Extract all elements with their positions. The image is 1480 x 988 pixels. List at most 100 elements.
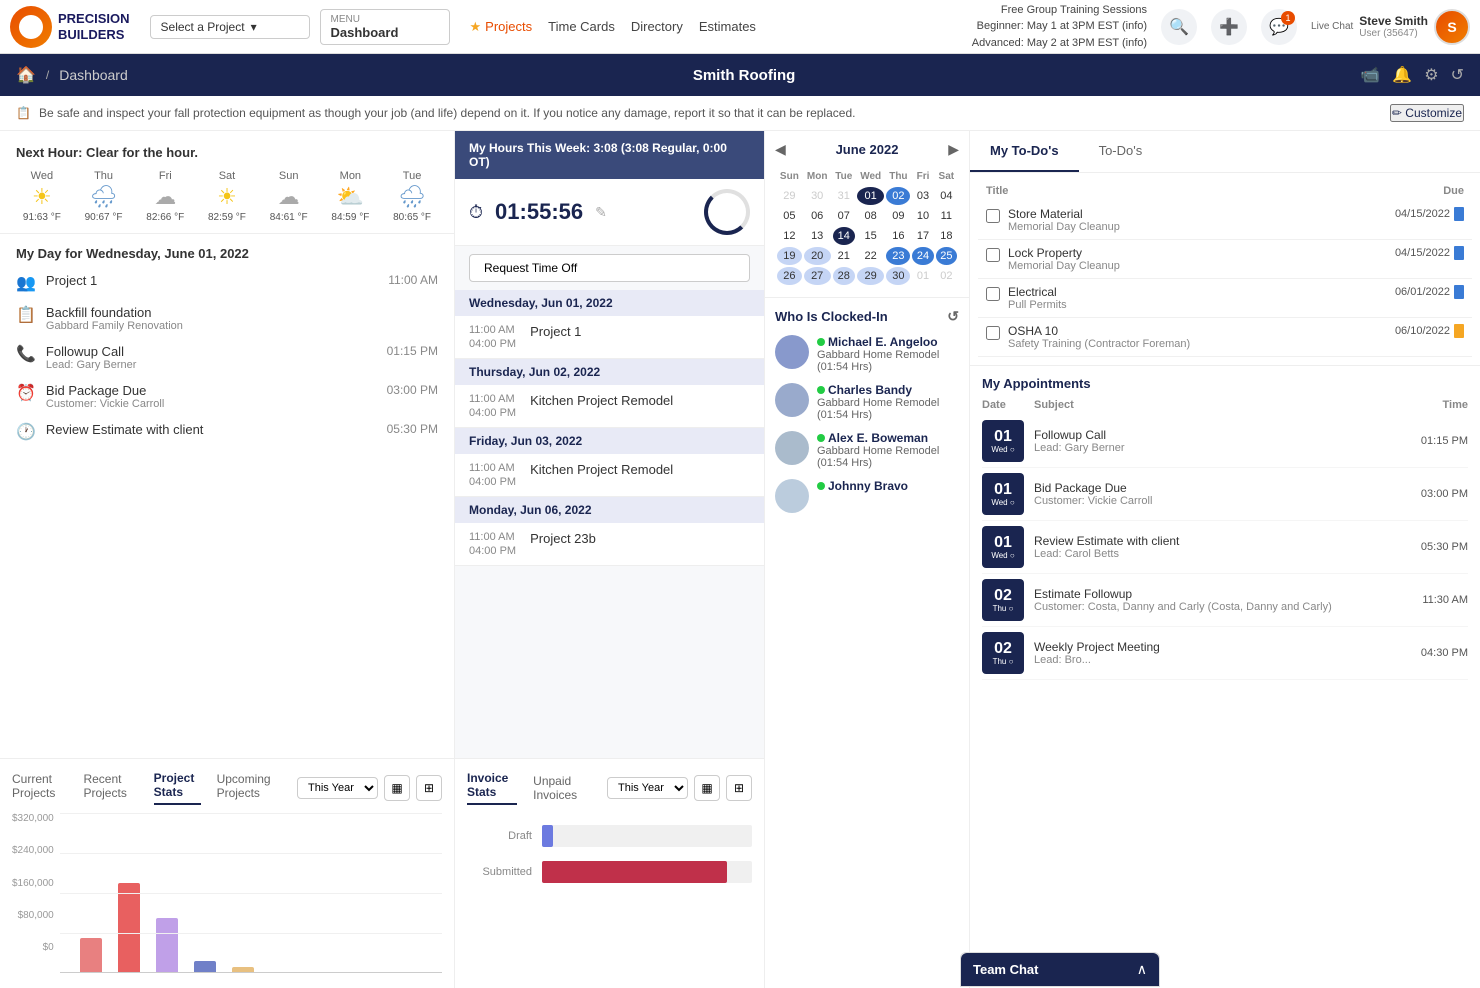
weather-icon-1: 🌧 bbox=[90, 184, 118, 210]
menu-label: MENU bbox=[331, 14, 439, 25]
tab-unpaid-invoices[interactable]: Unpaid Invoices bbox=[533, 774, 591, 802]
invoice-grid-view-button[interactable]: ⊞ bbox=[726, 775, 752, 801]
tab-current-projects[interactable]: Current Projects bbox=[12, 772, 67, 804]
cal-cell[interactable]: 09 bbox=[886, 207, 910, 225]
cal-cell[interactable]: 17 bbox=[912, 227, 933, 245]
tab-recent-projects[interactable]: Recent Projects bbox=[83, 772, 137, 804]
cal-cell[interactable]: 31 bbox=[833, 187, 855, 205]
video-icon[interactable]: 📹 bbox=[1360, 65, 1380, 85]
todo-title-1: Lock Property bbox=[1008, 246, 1387, 260]
menu-area[interactable]: MENU Dashboard bbox=[320, 9, 450, 45]
appt-header-row: Date Subject Time bbox=[982, 399, 1468, 411]
cal-cell[interactable]: 10 bbox=[912, 207, 933, 225]
chat-toggle-button[interactable]: ∧ bbox=[1137, 961, 1147, 978]
person-project-0: Gabbard Home Remodel bbox=[817, 349, 939, 361]
cal-prev-button[interactable]: ◀ bbox=[775, 141, 786, 158]
invoice-year-select[interactable]: This Year bbox=[607, 777, 688, 799]
cal-cell[interactable]: 05 bbox=[777, 207, 802, 225]
tab-todos[interactable]: To-Do's bbox=[1079, 131, 1163, 172]
invoice-tabs: Invoice Stats Unpaid Invoices This Year … bbox=[467, 771, 752, 805]
nav-directory[interactable]: Directory bbox=[631, 19, 683, 34]
todo-checkbox-2[interactable] bbox=[986, 287, 1000, 301]
person-name-3: Johnny Bravo bbox=[817, 479, 908, 493]
cal-cell[interactable]: 21 bbox=[833, 247, 855, 265]
cal-highlighted[interactable]: 25 bbox=[936, 247, 957, 265]
team-chat-header[interactable]: Team Chat ∧ bbox=[961, 953, 1159, 986]
chat-button[interactable]: 💬 1 bbox=[1261, 9, 1297, 45]
cal-cell[interactable]: 30 bbox=[804, 187, 831, 205]
search-button[interactable]: 🔍 bbox=[1161, 9, 1197, 45]
cal-cell[interactable]: 03 bbox=[912, 187, 933, 205]
cal-cell[interactable]: 06 bbox=[804, 207, 831, 225]
tab-invoice-stats[interactable]: Invoice Stats bbox=[467, 771, 517, 805]
day-item-icon-3: ⏰ bbox=[16, 383, 36, 403]
nav-estimates[interactable]: Estimates bbox=[699, 19, 756, 34]
project-year-select[interactable]: This Year bbox=[297, 777, 378, 799]
cal-range[interactable]: 28 bbox=[833, 267, 855, 285]
cal-cell[interactable]: 13 bbox=[804, 227, 831, 245]
appt-item-2: 01 Wed ○ Review Estimate with client Lea… bbox=[982, 521, 1468, 574]
cal-cell[interactable]: 22 bbox=[857, 247, 884, 265]
refresh-icon[interactable]: ↺ bbox=[1451, 65, 1464, 85]
cal-cell[interactable]: 04 bbox=[936, 187, 957, 205]
cal-header-tue: Tue bbox=[833, 168, 855, 185]
menu-value: Dashboard bbox=[331, 25, 439, 40]
user-area[interactable]: Live Chat Steve Smith User (35647) S bbox=[1311, 9, 1470, 45]
grid-view-button[interactable]: ⊞ bbox=[416, 775, 442, 801]
cal-range[interactable]: 30 bbox=[886, 267, 910, 285]
h-bar-track-1 bbox=[542, 861, 752, 883]
home-icon[interactable]: 🏠 bbox=[16, 65, 36, 85]
cal-next-button[interactable]: ▶ bbox=[948, 141, 959, 158]
weather-section: Next Hour: Clear for the hour. Wed ☀ 91:… bbox=[0, 131, 454, 234]
cal-cell[interactable]: 07 bbox=[833, 207, 855, 225]
cal-cell[interactable]: 01 bbox=[912, 267, 933, 285]
todo-checkbox-1[interactable] bbox=[986, 248, 1000, 262]
cal-highlighted[interactable]: 23 bbox=[886, 247, 910, 265]
cal-cell[interactable]: 15 bbox=[857, 227, 884, 245]
tab-upcoming-projects[interactable]: Upcoming Projects bbox=[217, 772, 281, 804]
cal-range[interactable]: 26 bbox=[777, 267, 802, 285]
todo-header-row: Title Due bbox=[978, 181, 1472, 201]
settings-icon[interactable]: ⚙ bbox=[1424, 65, 1438, 85]
todo-item-3: OSHA 10 Safety Training (Contractor Fore… bbox=[978, 318, 1472, 357]
weather-day-3: Sat ☀ 82:59 °F bbox=[208, 170, 246, 223]
cal-cell[interactable]: 12 bbox=[777, 227, 802, 245]
cal-range[interactable]: 19 bbox=[777, 247, 802, 265]
request-time-off-button[interactable]: Request Time Off bbox=[469, 254, 750, 282]
cal-cell[interactable]: 02 bbox=[936, 267, 957, 285]
cal-highlighted[interactable]: 24 bbox=[912, 247, 933, 265]
todo-checkbox-0[interactable] bbox=[986, 209, 1000, 223]
appt-item-4: 02 Thu ○ Weekly Project Meeting Lead: Br… bbox=[982, 627, 1468, 680]
invoice-bar-view-button[interactable]: ▦ bbox=[694, 775, 720, 801]
cal-cell[interactable]: 11 bbox=[936, 207, 957, 225]
person-info-0: Michael E. Angeloo Gabbard Home Remodel … bbox=[817, 335, 939, 373]
todo-list: Title Due Store Material Memorial Day Cl… bbox=[970, 173, 1480, 365]
cal-range[interactable]: 27 bbox=[804, 267, 831, 285]
cal-selected[interactable]: 14 bbox=[833, 227, 855, 245]
todo-checkbox-3[interactable] bbox=[986, 326, 1000, 340]
bell-icon[interactable]: 🔔 bbox=[1392, 65, 1412, 85]
cal-cell[interactable]: 16 bbox=[886, 227, 910, 245]
timer-edit-icon[interactable]: ✎ bbox=[595, 204, 607, 221]
weather-day-2: Fri ☁ 82:66 °F bbox=[146, 170, 184, 223]
cal-cell[interactable]: 29 bbox=[777, 187, 802, 205]
schedule-title-0: Project 1 bbox=[530, 324, 581, 339]
nav-timecards[interactable]: Time Cards bbox=[548, 19, 615, 34]
tab-my-todos[interactable]: My To-Do's bbox=[970, 131, 1079, 172]
tab-project-stats[interactable]: Project Stats bbox=[154, 771, 201, 805]
customize-button[interactable]: ✏ Customize bbox=[1390, 104, 1464, 122]
nav-projects[interactable]: ★ Projects bbox=[470, 19, 533, 35]
cal-cell[interactable]: 18 bbox=[936, 227, 957, 245]
cal-range[interactable]: 29 bbox=[857, 267, 884, 285]
bar-view-button[interactable]: ▦ bbox=[384, 775, 410, 801]
day-item-icon-0: 👥 bbox=[16, 273, 36, 293]
cal-range[interactable]: 20 bbox=[804, 247, 831, 265]
cal-cell[interactable]: 08 bbox=[857, 207, 884, 225]
clocked-in-refresh-icon[interactable]: ↺ bbox=[947, 308, 959, 325]
cal-today[interactable]: 01 bbox=[857, 187, 884, 205]
add-button[interactable]: ➕ bbox=[1211, 9, 1247, 45]
weather-icon-2: ☁ bbox=[154, 184, 176, 210]
project-select[interactable]: Select a Project ▾ bbox=[150, 15, 310, 39]
appt-date-label-0: Wed ○ bbox=[991, 445, 1014, 454]
cal-highlighted[interactable]: 02 bbox=[886, 187, 910, 205]
